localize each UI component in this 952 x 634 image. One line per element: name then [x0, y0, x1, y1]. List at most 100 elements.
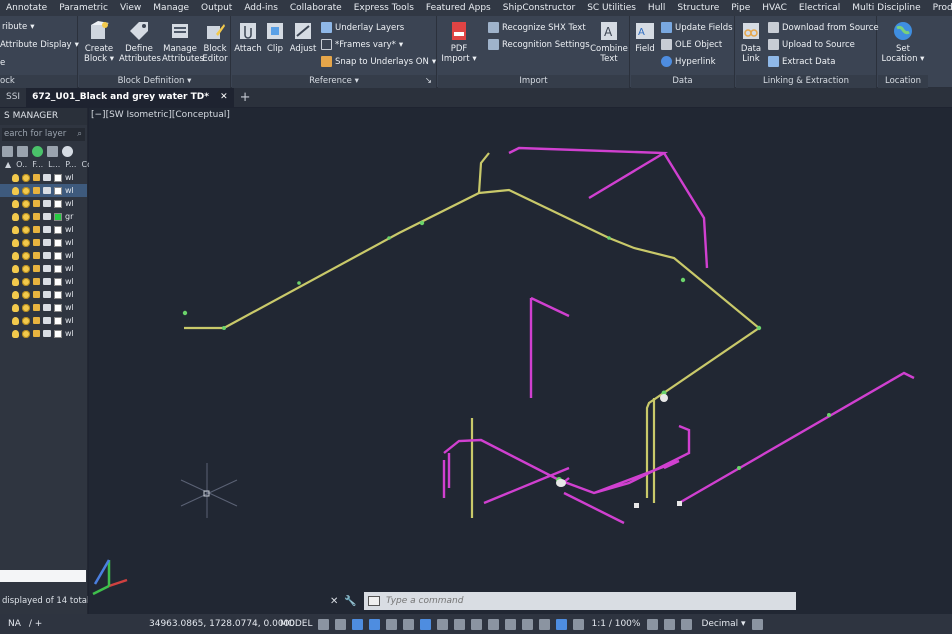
lock-icon[interactable] — [33, 291, 40, 298]
color-swatch[interactable] — [54, 212, 62, 221]
field-button[interactable]: A Field — [633, 20, 657, 54]
block-definition-title[interactable]: Block Definition ▾ — [79, 75, 230, 88]
extract-data-button[interactable]: Extract Data — [768, 56, 835, 67]
lock-icon[interactable] — [33, 252, 40, 259]
object-snap-icon[interactable] — [420, 618, 432, 630]
sun-icon[interactable] — [22, 251, 30, 260]
command-history-icon[interactable] — [368, 596, 380, 606]
combine-text-button[interactable]: A Combine Text — [589, 20, 629, 64]
lock-icon[interactable] — [33, 213, 40, 220]
selection-filter-icon[interactable] — [522, 618, 534, 630]
layer-row[interactable]: wl — [0, 327, 87, 340]
data-link-button[interactable]: Data Link — [737, 20, 765, 64]
lightbulb-icon[interactable] — [12, 329, 19, 338]
printer-icon[interactable] — [43, 226, 51, 233]
attribute-button[interactable]: ribute ▾ — [2, 22, 34, 32]
lightbulb-icon[interactable] — [12, 316, 19, 325]
upload-to-source-button[interactable]: Upload to Source — [768, 39, 855, 50]
lock-icon[interactable] — [33, 226, 40, 233]
layer-states-icon[interactable] — [47, 145, 58, 157]
lightbulb-icon[interactable] — [12, 290, 19, 299]
ribbon-tab-output[interactable]: Output — [195, 0, 238, 16]
delete-layer-icon[interactable] — [17, 145, 28, 157]
snap-to-underlays-button[interactable]: Snap to Underlays ON ▾ — [321, 56, 436, 67]
lightbulb-icon[interactable] — [12, 277, 19, 286]
dynamic-ucs-icon[interactable] — [505, 618, 517, 630]
ribbon-tab-view[interactable]: View — [114, 0, 147, 16]
underlay-layers-button[interactable]: Underlay Layers — [321, 22, 404, 33]
polar-icon[interactable] — [369, 618, 381, 630]
gear-icon[interactable] — [62, 145, 73, 157]
ribbon-tab-annotate[interactable]: Annotate — [0, 0, 53, 16]
color-swatch[interactable] — [54, 290, 62, 299]
command-input[interactable] — [364, 592, 796, 610]
lock-icon[interactable] — [33, 330, 40, 337]
close-icon[interactable]: ✕ — [330, 596, 338, 607]
recognition-settings-button[interactable]: Recognition Settings — [488, 39, 590, 50]
download-from-source-button[interactable]: Download from Source — [768, 22, 879, 33]
ribbon-tab-manage[interactable]: Manage — [147, 0, 195, 16]
ribbon-tab-collaborate[interactable]: Collaborate — [284, 0, 348, 16]
lightbulb-icon[interactable] — [12, 212, 19, 221]
lightbulb-icon[interactable] — [12, 238, 19, 247]
frames-vary-dropdown[interactable]: *Frames vary* ▾ — [321, 39, 403, 50]
ribbon-tab-hvac[interactable]: HVAC — [756, 0, 793, 16]
ribbon-tab-sc-utilities[interactable]: SC Utilities — [581, 0, 642, 16]
lineweight-icon[interactable] — [437, 618, 449, 630]
sun-icon[interactable] — [22, 277, 30, 286]
lightbulb-icon[interactable] — [12, 199, 19, 208]
layer-row[interactable]: wl — [0, 275, 87, 288]
gizmo-icon[interactable] — [539, 618, 551, 630]
annotation-visibility-icon[interactable] — [556, 618, 568, 630]
ribbon-tab-express-tools[interactable]: Express Tools — [348, 0, 420, 16]
define-attributes-button[interactable]: Define Attributes — [119, 20, 161, 64]
ribbon-tab-structure[interactable]: Structure — [671, 0, 725, 16]
color-swatch[interactable] — [54, 199, 62, 208]
drawing-viewport[interactable]: [−][SW Isometric][Conceptual] — [89, 108, 952, 614]
sun-icon[interactable] — [22, 303, 30, 312]
printer-icon[interactable] — [43, 200, 51, 207]
sun-icon[interactable] — [22, 238, 30, 247]
set-location-button[interactable]: Set Location ▾ — [880, 20, 926, 64]
layer-row[interactable]: wl — [0, 249, 87, 262]
recognize-shx-button[interactable]: Recognize SHX Text — [488, 22, 586, 33]
layer-column-header[interactable]: L... — [48, 160, 60, 169]
ribbon-tab-featured-apps[interactable]: Featured Apps — [420, 0, 497, 16]
ole-object-button[interactable]: OLE Object — [661, 39, 722, 50]
ribbon-tab-production[interactable]: Production — [927, 0, 952, 16]
doc-tab-ssi[interactable]: SSI — [0, 88, 26, 107]
lock-icon[interactable] — [33, 278, 40, 285]
block-editor-button[interactable]: Block Editor — [200, 20, 230, 64]
color-swatch[interactable] — [54, 303, 62, 312]
doc-tab-active[interactable]: 672_U01_Black and grey water TD* ✕ — [26, 88, 234, 107]
layer-search-input[interactable]: earch for layer ⌕ — [2, 128, 85, 141]
ortho-icon[interactable] — [352, 618, 364, 630]
model-space-toggle[interactable]: MODEL — [277, 619, 315, 629]
color-swatch[interactable] — [54, 251, 62, 260]
lightbulb-icon[interactable] — [12, 251, 19, 260]
refresh-icon[interactable] — [32, 145, 43, 157]
customization-menu-icon[interactable] — [751, 618, 763, 630]
printer-icon[interactable] — [43, 187, 51, 194]
ribbon-tab-multi-discipline[interactable]: Multi Discipline — [846, 0, 926, 16]
color-swatch[interactable] — [54, 329, 62, 338]
layer-row[interactable]: wl — [0, 197, 87, 210]
layer-column-header[interactable]: P... — [65, 160, 76, 169]
isodraft-icon[interactable] — [386, 618, 398, 630]
cursor-coordinates[interactable]: 34963.0865, 1728.0774, 0.0000 — [145, 619, 295, 629]
transparency-icon[interactable] — [454, 618, 466, 630]
sun-icon[interactable] — [22, 186, 30, 195]
printer-icon[interactable] — [43, 174, 51, 181]
lock-icon[interactable] — [33, 265, 40, 272]
printer-icon[interactable] — [43, 252, 51, 259]
lightbulb-icon[interactable] — [12, 186, 19, 195]
lock-icon[interactable] — [33, 317, 40, 324]
ribbon-tab-add-ins[interactable]: Add-ins — [238, 0, 284, 16]
sort-icon[interactable]: ▲ — [5, 160, 11, 169]
sun-icon[interactable] — [22, 316, 30, 325]
pdf-import-button[interactable]: PDF Import ▾ — [440, 20, 478, 64]
grid-icon[interactable] — [318, 618, 330, 630]
color-swatch[interactable] — [54, 264, 62, 273]
add-layout-button[interactable]: / + — [29, 619, 42, 629]
units-dropdown[interactable]: Decimal ▾ — [701, 619, 745, 629]
